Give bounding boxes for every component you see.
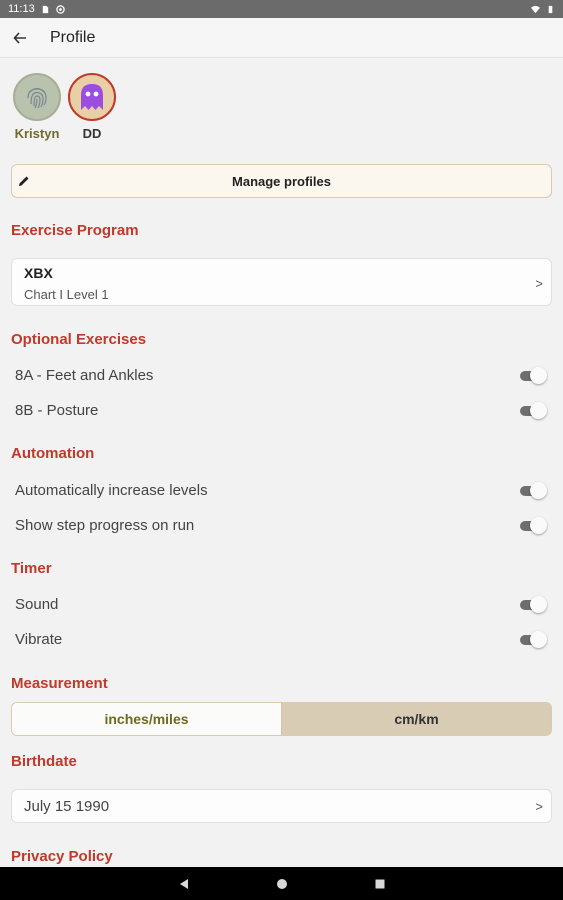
setting-row-auto-increase: Automatically increase levels bbox=[15, 479, 548, 501]
wifi-icon bbox=[531, 5, 540, 13]
vibrate-toggle[interactable] bbox=[518, 631, 548, 648]
avatar bbox=[68, 73, 116, 121]
back-button[interactable] bbox=[0, 18, 40, 58]
section-heading-automation: Automation bbox=[11, 445, 95, 462]
triangle-back-icon bbox=[179, 878, 188, 889]
square-recents-icon bbox=[375, 879, 384, 888]
birthdate-value: July 15 1990 bbox=[24, 798, 110, 815]
status-bar: 11:13 bbox=[0, 0, 563, 18]
section-heading-measurement: Measurement bbox=[11, 675, 108, 692]
setting-row-posture: 8B - Posture bbox=[15, 399, 548, 421]
chevron-right-icon: > bbox=[535, 276, 543, 291]
status-time: 11:13 bbox=[8, 3, 35, 15]
nav-recents-button[interactable] bbox=[365, 869, 395, 899]
setting-row-sound: Sound bbox=[15, 593, 548, 615]
fingerprint-icon bbox=[27, 87, 47, 109]
profile-name: DD bbox=[82, 126, 102, 141]
setting-label: 8B - Posture bbox=[15, 401, 99, 419]
circle-home-icon bbox=[276, 878, 287, 889]
edit-icon bbox=[19, 176, 29, 186]
profile-name: Kristyn bbox=[14, 126, 60, 141]
feet-ankles-toggle[interactable] bbox=[518, 367, 548, 384]
nav-home-button[interactable] bbox=[267, 869, 297, 899]
battery-icon bbox=[548, 5, 553, 13]
avatar bbox=[13, 73, 61, 121]
chevron-right-icon: > bbox=[535, 799, 543, 814]
setting-label: 8A - Feet and Ankles bbox=[15, 366, 154, 384]
sim-icon bbox=[42, 5, 48, 13]
auto-increase-toggle[interactable] bbox=[518, 482, 548, 499]
section-heading-privacy-policy[interactable]: Privacy Policy bbox=[11, 848, 113, 865]
ghost-icon bbox=[81, 84, 103, 110]
setting-label: Show step progress on run bbox=[15, 516, 195, 534]
page-title: Profile bbox=[50, 28, 96, 46]
step-progress-toggle[interactable] bbox=[518, 517, 548, 534]
profile-kristyn[interactable]: Kristyn bbox=[12, 73, 62, 141]
birthdate-field[interactable]: July 15 1990 > bbox=[11, 789, 552, 823]
setting-label: Sound bbox=[15, 595, 59, 613]
manage-profiles-button[interactable]: Manage profiles bbox=[11, 164, 552, 198]
manage-profiles-label: Manage profiles bbox=[232, 173, 331, 189]
app-bar: Profile bbox=[0, 18, 563, 58]
measurement-segmented-control: inches/miles cm/km bbox=[11, 702, 552, 736]
sound-toggle[interactable] bbox=[518, 596, 548, 613]
arrow-back-icon bbox=[13, 31, 26, 44]
setting-row-feet-ankles: 8A - Feet and Ankles bbox=[15, 364, 548, 386]
section-heading-exercise-program: Exercise Program bbox=[11, 222, 139, 239]
profile-dd[interactable]: DD bbox=[67, 73, 117, 141]
measurement-option-imperial[interactable]: inches/miles bbox=[12, 703, 281, 735]
setting-label: Automatically increase levels bbox=[15, 481, 208, 499]
notification-icon bbox=[55, 4, 65, 14]
profile-list: Kristyn DD bbox=[12, 73, 117, 141]
exercise-program-card[interactable]: XBX Chart I Level 1 > bbox=[11, 258, 552, 306]
program-subtitle: Chart I Level 1 bbox=[24, 287, 109, 302]
section-heading-timer: Timer bbox=[11, 560, 52, 577]
program-title: XBX bbox=[24, 265, 53, 281]
section-heading-optional-exercises: Optional Exercises bbox=[11, 331, 147, 348]
measurement-option-metric[interactable]: cm/km bbox=[281, 703, 551, 735]
system-nav-bar bbox=[0, 867, 563, 900]
nav-back-button[interactable] bbox=[169, 869, 199, 899]
setting-row-step-progress: Show step progress on run bbox=[15, 514, 548, 536]
posture-toggle[interactable] bbox=[518, 402, 548, 419]
setting-label: Vibrate bbox=[15, 630, 63, 648]
section-heading-birthdate: Birthdate bbox=[11, 753, 77, 770]
setting-row-vibrate: Vibrate bbox=[15, 628, 548, 650]
